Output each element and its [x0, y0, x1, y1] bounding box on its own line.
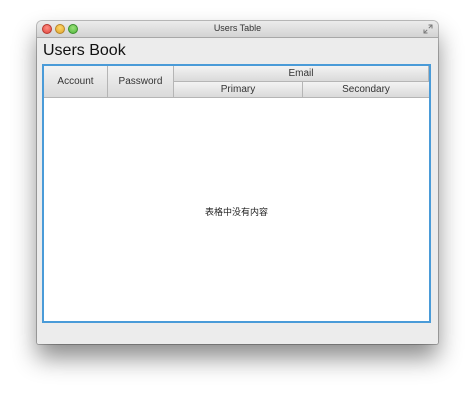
column-header-primary[interactable]: Primary — [174, 82, 303, 98]
column-header-secondary[interactable]: Secondary — [303, 82, 429, 98]
column-header-email[interactable]: Email — [174, 66, 429, 82]
fullscreen-arrows-icon[interactable] — [423, 24, 433, 34]
users-table[interactable]: Account Password Email Primary Secondary… — [42, 64, 431, 323]
column-header-password[interactable]: Password — [108, 66, 174, 98]
page-title: Users Book — [43, 42, 126, 59]
column-header-account[interactable]: Account — [44, 66, 108, 98]
title-bar[interactable]: Users Table — [37, 21, 438, 38]
app-window: Users Table Users Book Account Password … — [37, 21, 438, 344]
window-content: Users Book Account Password Email Primar… — [37, 38, 438, 344]
empty-table-placeholder: 表格中没有内容 — [204, 207, 268, 217]
window-title: Users Table — [213, 23, 262, 33]
